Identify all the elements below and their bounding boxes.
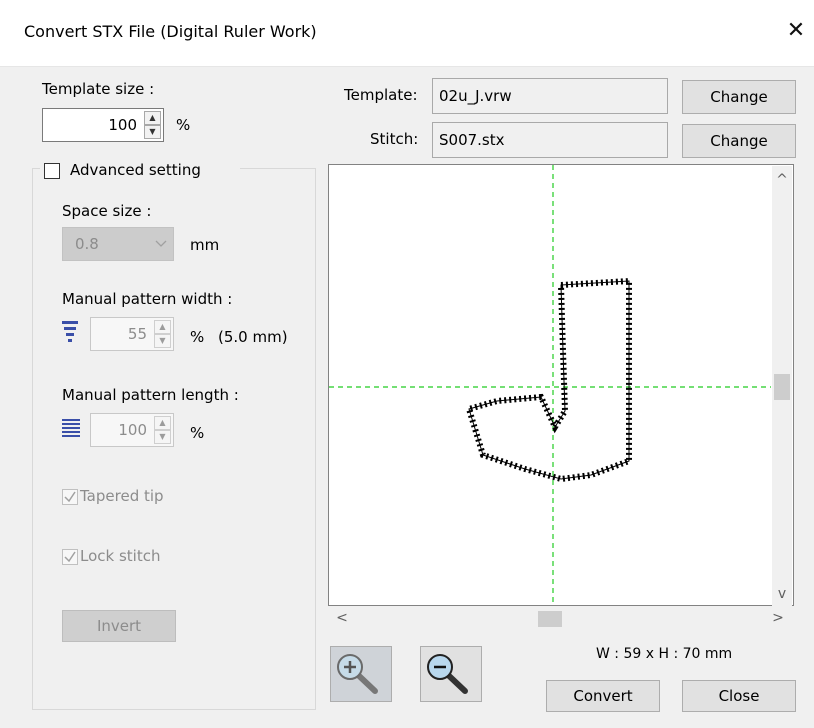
horizontal-scroll-thumb[interactable] bbox=[538, 611, 562, 627]
pattern-length-spinner[interactable]: 100 ▲ ▼ bbox=[90, 413, 174, 447]
dimensions-readout: W : 59 x H : 70 mm bbox=[596, 646, 733, 662]
change-stitch-button[interactable]: Change bbox=[682, 124, 796, 158]
pattern-length-value: 100 bbox=[118, 421, 147, 439]
tapered-tip-label: Tapered tip bbox=[80, 487, 164, 505]
spin-down-arrow-icon[interactable]: ▼ bbox=[144, 125, 161, 139]
template-size-label: Template size : bbox=[42, 80, 155, 98]
stitch-pattern-j bbox=[329, 165, 771, 605]
zoom-in-icon bbox=[337, 654, 378, 694]
scroll-right-icon[interactable]: > bbox=[768, 610, 788, 626]
scroll-down-icon[interactable]: v bbox=[772, 586, 792, 602]
j-outline-line bbox=[468, 280, 630, 480]
pattern-width-unit: % bbox=[190, 328, 205, 346]
space-size-value: 0.8 bbox=[75, 235, 99, 253]
vertical-scroll-thumb[interactable] bbox=[774, 374, 790, 400]
checkmark-icon bbox=[64, 491, 76, 503]
convert-button[interactable]: Convert bbox=[546, 680, 660, 712]
pattern-width-value: 55 bbox=[127, 325, 147, 343]
spin-down-arrow-icon[interactable]: ▼ bbox=[154, 430, 171, 444]
lock-stitch-checkbox[interactable] bbox=[62, 549, 78, 565]
j-outline-stitch bbox=[465, 277, 632, 483]
space-size-label: Space size : bbox=[62, 202, 152, 220]
chevron-down-icon bbox=[155, 240, 167, 247]
zoom-in-button[interactable] bbox=[330, 646, 392, 702]
pattern-width-spinner[interactable]: 55 ▲ ▼ bbox=[90, 317, 174, 351]
preview-canvas[interactable] bbox=[328, 164, 794, 606]
advanced-setting-label: Advanced setting bbox=[70, 161, 201, 179]
template-size-spinner[interactable]: 100 ▲ ▼ bbox=[42, 108, 164, 142]
space-size-select[interactable]: 0.8 bbox=[62, 227, 174, 261]
zoom-out-icon bbox=[427, 654, 468, 694]
pattern-width-label: Manual pattern width : bbox=[62, 290, 233, 308]
spin-up-arrow-icon[interactable]: ▲ bbox=[154, 416, 171, 430]
advanced-setting-checkbox[interactable] bbox=[44, 163, 60, 179]
horizontal-scrollbar[interactable]: < > bbox=[330, 608, 794, 630]
close-button[interactable]: Close bbox=[682, 680, 796, 712]
template-size-unit: % bbox=[176, 116, 191, 134]
pattern-width-icon bbox=[62, 321, 78, 342]
pattern-length-unit: % bbox=[190, 424, 205, 442]
space-size-unit: mm bbox=[190, 236, 220, 254]
template-file-field: 02u_J.vrw bbox=[432, 78, 668, 114]
scroll-up-icon[interactable]: ^ bbox=[772, 172, 792, 188]
zoom-out-button[interactable] bbox=[420, 646, 482, 702]
invert-button[interactable]: Invert bbox=[62, 610, 176, 642]
pattern-width-mm: (5.0 mm) bbox=[218, 328, 288, 346]
pattern-length-label: Manual pattern length : bbox=[62, 386, 239, 404]
scroll-left-icon[interactable]: < bbox=[332, 610, 352, 626]
vertical-scrollbar[interactable]: ^ v bbox=[772, 166, 792, 606]
close-window-icon[interactable]: ✕ bbox=[784, 18, 808, 44]
spin-down-arrow-icon[interactable]: ▼ bbox=[154, 334, 171, 348]
stitch-file-field: S007.stx bbox=[432, 122, 668, 158]
checkmark-icon bbox=[64, 551, 76, 563]
template-size-value: 100 bbox=[108, 116, 137, 134]
change-template-button[interactable]: Change bbox=[682, 80, 796, 114]
stitch-label: Stitch: bbox=[370, 130, 419, 148]
spin-up-arrow-icon[interactable]: ▲ bbox=[144, 111, 161, 125]
template-label: Template: bbox=[344, 86, 418, 104]
tapered-tip-checkbox[interactable] bbox=[62, 489, 78, 505]
spin-up-arrow-icon[interactable]: ▲ bbox=[154, 320, 171, 334]
lock-stitch-label: Lock stitch bbox=[80, 547, 161, 565]
window-title: Convert STX File (Digital Ruler Work) bbox=[24, 22, 317, 41]
pattern-length-icon bbox=[62, 419, 80, 437]
